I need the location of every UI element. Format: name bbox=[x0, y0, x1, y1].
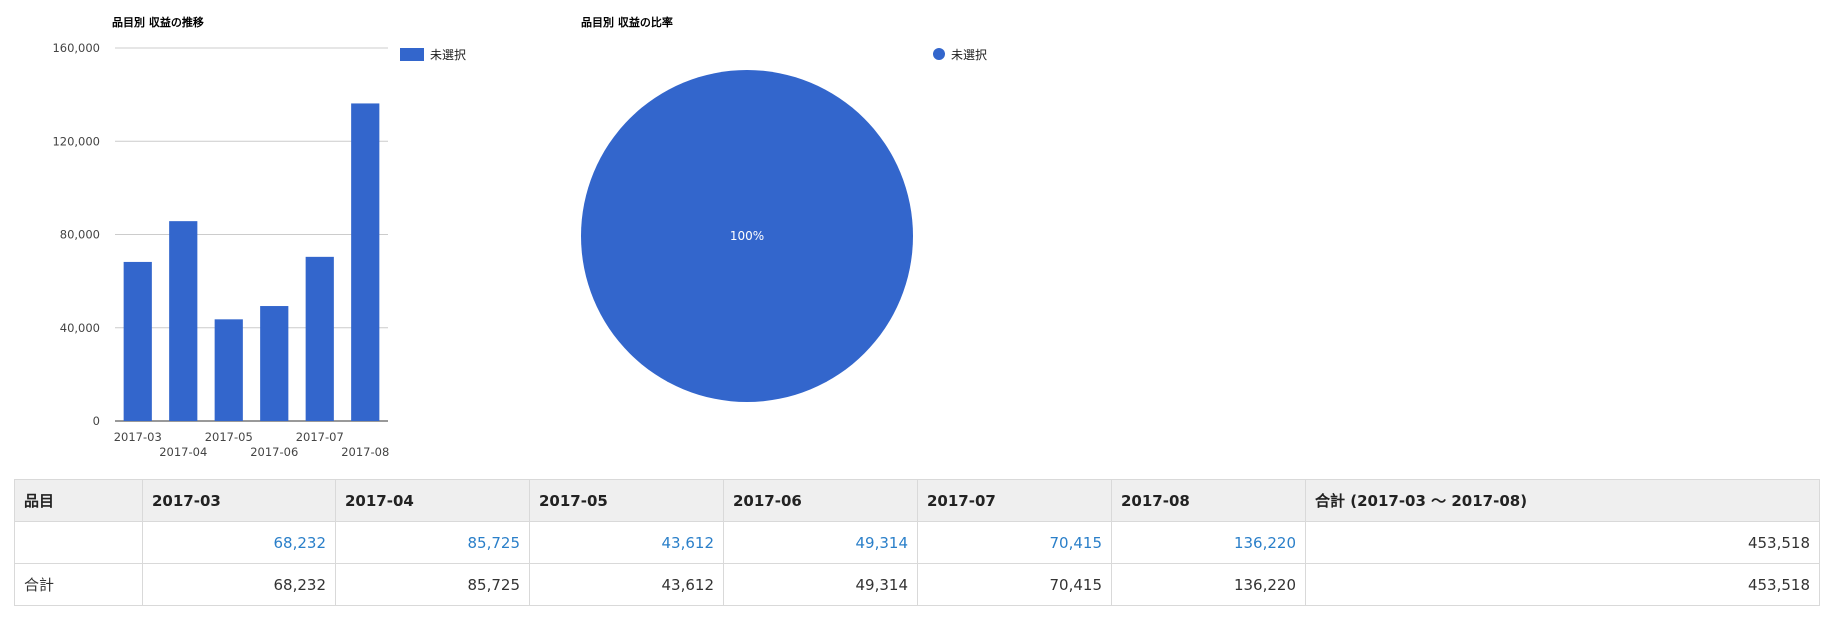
total-cell: 68,232 bbox=[142, 563, 336, 606]
value-link[interactable]: 43,612 bbox=[529, 521, 724, 564]
col-header-2017-07: 2017-07 bbox=[917, 479, 1112, 522]
bar[interactable] bbox=[214, 319, 243, 421]
x-tick-label: 2017-06 bbox=[250, 445, 298, 459]
total-label-cell: 合計 bbox=[14, 563, 143, 606]
col-header-total: 合計 (2017-03 〜 2017-08) bbox=[1305, 479, 1820, 522]
value-link[interactable]: 136,220 bbox=[1111, 521, 1306, 564]
x-tick-label: 2017-04 bbox=[159, 445, 207, 459]
col-header-2017-06: 2017-06 bbox=[723, 479, 918, 522]
table-total-row: 合計 68,232 85,725 43,612 49,314 70,415 13… bbox=[14, 563, 1820, 606]
total-cell: 49,314 bbox=[723, 563, 918, 606]
table-row: 68,232 85,725 43,612 49,314 70,415 136,2… bbox=[14, 521, 1820, 564]
pie-chart: 品目別 収益の比率 100% 未選択 bbox=[581, 15, 987, 402]
grand-total-cell: 453,518 bbox=[1305, 563, 1820, 606]
col-header-2017-08: 2017-08 bbox=[1111, 479, 1306, 522]
bar[interactable] bbox=[351, 103, 380, 421]
bar[interactable] bbox=[169, 221, 198, 421]
bar-legend-swatch bbox=[400, 48, 424, 61]
col-header-2017-05: 2017-05 bbox=[529, 479, 724, 522]
total-cell: 70,415 bbox=[917, 563, 1112, 606]
pie-slice-label: 100% bbox=[730, 229, 764, 243]
y-tick-label: 160,000 bbox=[52, 41, 100, 55]
pie-chart-title: 品目別 収益の比率 bbox=[581, 15, 673, 29]
bar[interactable] bbox=[305, 256, 334, 421]
bar[interactable] bbox=[260, 306, 289, 421]
col-header-item: 品目 bbox=[14, 479, 143, 522]
bar[interactable] bbox=[123, 261, 152, 421]
value-link[interactable]: 70,415 bbox=[917, 521, 1112, 564]
total-cell: 43,612 bbox=[529, 563, 724, 606]
col-header-2017-04: 2017-04 bbox=[335, 479, 530, 522]
bar-chart: 品目別 収益の推移 2017-032017-042017-052017-0620… bbox=[52, 15, 466, 459]
x-tick-label: 2017-03 bbox=[114, 430, 162, 444]
row-total-cell: 453,518 bbox=[1305, 521, 1820, 564]
x-tick-label: 2017-05 bbox=[205, 430, 253, 444]
x-tick-label: 2017-08 bbox=[341, 445, 389, 459]
value-link[interactable]: 68,232 bbox=[142, 521, 336, 564]
x-tick-label: 2017-07 bbox=[296, 430, 344, 444]
revenue-table: 品目 2017-03 2017-04 2017-05 2017-06 2017-… bbox=[14, 479, 1820, 606]
total-cell: 85,725 bbox=[335, 563, 530, 606]
revenue-table-container: 品目 2017-03 2017-04 2017-05 2017-06 2017-… bbox=[14, 479, 1820, 606]
y-tick-label: 40,000 bbox=[60, 321, 100, 335]
y-tick-label: 120,000 bbox=[52, 134, 100, 148]
y-tick-label: 80,000 bbox=[60, 228, 100, 242]
total-cell: 136,220 bbox=[1111, 563, 1306, 606]
bar-chart-title: 品目別 収益の推移 bbox=[112, 15, 204, 29]
bar-legend-label: 未選択 bbox=[430, 48, 466, 62]
value-link[interactable]: 85,725 bbox=[335, 521, 530, 564]
pie-legend-label: 未選択 bbox=[951, 48, 987, 62]
pie-legend-swatch bbox=[933, 48, 945, 60]
y-tick-label: 0 bbox=[93, 414, 100, 428]
table-header-row: 品目 2017-03 2017-04 2017-05 2017-06 2017-… bbox=[14, 479, 1820, 522]
col-header-2017-03: 2017-03 bbox=[142, 479, 336, 522]
value-link[interactable]: 49,314 bbox=[723, 521, 918, 564]
item-cell bbox=[14, 521, 143, 564]
